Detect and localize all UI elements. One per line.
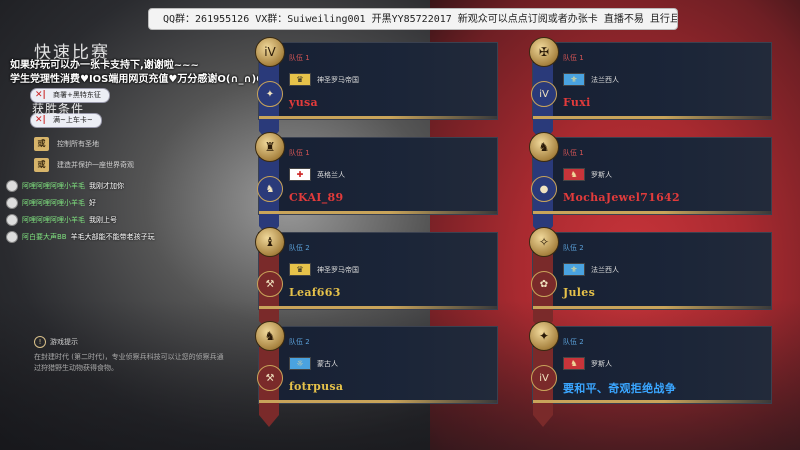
chat-username: 阿哩阿哩阿哩小羊毛 xyxy=(22,216,85,224)
team-card: ✠ iV 队伍 1 ⚜ 法兰西人 Fuxi xyxy=(529,37,772,143)
team-card: iV ✦ 队伍 1 ♛ 神圣罗马帝国 yusa xyxy=(255,37,498,143)
player-banner: ✦ iV xyxy=(529,321,559,439)
civ-flag-icon: ⚜ xyxy=(563,73,585,86)
chat-message: 阿哩阿哩阿哩小羊毛 我刚才加你 xyxy=(6,180,124,192)
player-name[interactable]: Leaf663 xyxy=(289,286,341,299)
civ-flag-icon: ⚜ xyxy=(563,263,585,276)
team-label: 队伍 2 xyxy=(289,338,310,346)
civ-name: 神圣罗马帝国 xyxy=(317,265,359,274)
civ-flag-icon: ♛ xyxy=(289,263,311,276)
civ-emblem-icon: ⚒ xyxy=(257,365,283,391)
player-banner: ♞ ⚒ xyxy=(255,321,285,439)
chat-text: 我刚才加你 xyxy=(89,182,124,190)
chat-message: 阿白要大声BB 羊毛大部能不能带老孩子玩 xyxy=(6,231,155,243)
civ-row: ⚜ 法兰西人 xyxy=(563,73,619,86)
info-icon: ! xyxy=(34,336,46,348)
rank-medal-icon: iV xyxy=(255,37,285,67)
rank-medal-icon: ♜ xyxy=(255,132,285,162)
chat-text: 好 xyxy=(89,199,96,207)
civ-emblem-icon: iV xyxy=(531,365,557,391)
avatar xyxy=(6,197,18,209)
civ-name: 英格兰人 xyxy=(317,170,345,179)
mode-tag-label: 商署+黑特东征 xyxy=(53,91,101,99)
avatar xyxy=(6,231,18,243)
chat-text: 我刚上号 xyxy=(89,216,117,224)
chat-username: 阿哩阿哩阿哩小羊毛 xyxy=(22,199,85,207)
team-label: 队伍 1 xyxy=(563,54,584,62)
player-name[interactable]: CKAI_89 xyxy=(289,191,343,204)
player-name[interactable]: Fuxi xyxy=(563,96,591,109)
condition-text: 建造并保护一座世界奇观 xyxy=(57,161,134,169)
chat-username: 阿哩阿哩阿哩小羊毛 xyxy=(22,182,85,190)
team-card: ♞ ⚒ 队伍 2 ☼ 蒙古人 fotrpusa xyxy=(255,321,498,427)
chat-message: 阿哩阿哩阿哩小羊毛 好 xyxy=(6,197,96,209)
rank-medal-icon: ✠ xyxy=(529,37,559,67)
civ-emblem-icon: ✿ xyxy=(531,271,557,297)
civ-flag-icon: ☼ xyxy=(289,357,311,370)
rank-medal-icon: ✦ xyxy=(529,321,559,351)
victory-condition: 或 建造并保护一座世界奇观 xyxy=(34,158,134,172)
avatar xyxy=(6,214,18,226)
player-name[interactable]: MochaJewel71642 xyxy=(563,191,680,204)
civ-row: ♞ 罗斯人 xyxy=(563,168,612,181)
team-label: 队伍 2 xyxy=(289,244,310,252)
civ-flag-icon: ✚ xyxy=(289,168,311,181)
rank-medal-icon: ♞ xyxy=(529,132,559,162)
player-name[interactable]: yusa xyxy=(289,96,318,109)
stream-watermark-bar: QQ群：261955126 VX群：Suiweiling001 开黑YY8572… xyxy=(148,8,678,30)
avatar xyxy=(6,180,18,192)
civ-name: 罗斯人 xyxy=(591,359,612,368)
civ-flag-icon: ♛ xyxy=(289,73,311,86)
team-label: 队伍 1 xyxy=(289,149,310,157)
team-card: ✧ ✿ 队伍 2 ⚜ 法兰西人 Jules xyxy=(529,227,772,333)
rank-medal-icon: ✧ xyxy=(529,227,559,257)
team-card: ♞ ● 队伍 1 ♞ 罗斯人 MochaJewel71642 xyxy=(529,132,772,238)
civ-row: ♛ 神圣罗马帝国 xyxy=(289,263,359,276)
civ-emblem-icon: ✦ xyxy=(257,81,283,107)
chat-text: 羊毛大部能不能带老孩子玩 xyxy=(70,233,155,241)
civ-name: 罗斯人 xyxy=(591,170,612,179)
civ-row: ⚜ 法兰西人 xyxy=(563,263,619,276)
chat-message: 阿哩阿哩阿哩小羊毛 我刚上号 xyxy=(6,214,117,226)
chat-username: 阿白要大声BB xyxy=(22,233,67,241)
stream-overlay-line-2: 学生党理性消费♥IOS端用网页充值♥万分感谢O(∩_∩)O xyxy=(10,74,265,85)
victory-conditions-label: 获胜条件 xyxy=(32,102,85,116)
civ-emblem-icon: ● xyxy=(531,176,557,202)
rank-medal-icon: ♝ xyxy=(255,227,285,257)
condition-text: 控制所有圣地 xyxy=(57,140,99,148)
civ-row: ♛ 神圣罗马帝国 xyxy=(289,73,359,86)
stream-overlay-line-1: 如果好玩可以办一张卡支持下,谢谢啦~~~ xyxy=(10,60,199,71)
player-name[interactable]: Jules xyxy=(563,286,595,299)
game-hint-title: 游戏提示 xyxy=(50,338,78,346)
team-label: 队伍 1 xyxy=(563,149,584,157)
condition-badge: 或 xyxy=(34,158,49,172)
victory-condition: 或 控制所有圣地 xyxy=(34,137,99,151)
civ-name: 神圣罗马帝国 xyxy=(317,75,359,84)
team-label: 队伍 2 xyxy=(563,338,584,346)
civ-name: 法兰西人 xyxy=(591,265,619,274)
team-label: 队伍 1 xyxy=(289,54,310,62)
civ-emblem-icon: ♞ xyxy=(257,176,283,202)
team-card: ♜ ♞ 队伍 1 ✚ 英格兰人 CKAI_89 xyxy=(255,132,498,238)
civ-emblem-icon: iV xyxy=(531,81,557,107)
civ-flag-icon: ♞ xyxy=(563,168,585,181)
civ-flag-icon: ♞ xyxy=(563,357,585,370)
civ-name: 蒙古人 xyxy=(317,359,338,368)
mode-tag-label: 满~上车卡~ xyxy=(53,116,93,124)
civ-row: ✚ 英格兰人 xyxy=(289,168,345,181)
team-label: 队伍 2 xyxy=(563,244,584,252)
civ-emblem-icon: ⚒ xyxy=(257,271,283,297)
rank-medal-icon: ♞ xyxy=(255,321,285,351)
civ-row: ☼ 蒙古人 xyxy=(289,357,338,370)
team-card: ♝ ⚒ 队伍 2 ♛ 神圣罗马帝国 Leaf663 xyxy=(255,227,498,333)
team-card: ✦ iV 队伍 2 ♞ 罗斯人 要和平、奇观拒绝战争 xyxy=(529,321,772,427)
game-hint-body: 在封建时代 (第二时代)，专业侦察兵科技可以让您的侦察兵通过狩猎野生动物获得食物… xyxy=(34,353,224,372)
civ-row: ♞ 罗斯人 xyxy=(563,357,612,370)
condition-badge: 或 xyxy=(34,137,49,151)
player-name[interactable]: 要和平、奇观拒绝战争 xyxy=(563,380,676,396)
player-name[interactable]: fotrpusa xyxy=(289,380,343,393)
civ-name: 法兰西人 xyxy=(591,75,619,84)
